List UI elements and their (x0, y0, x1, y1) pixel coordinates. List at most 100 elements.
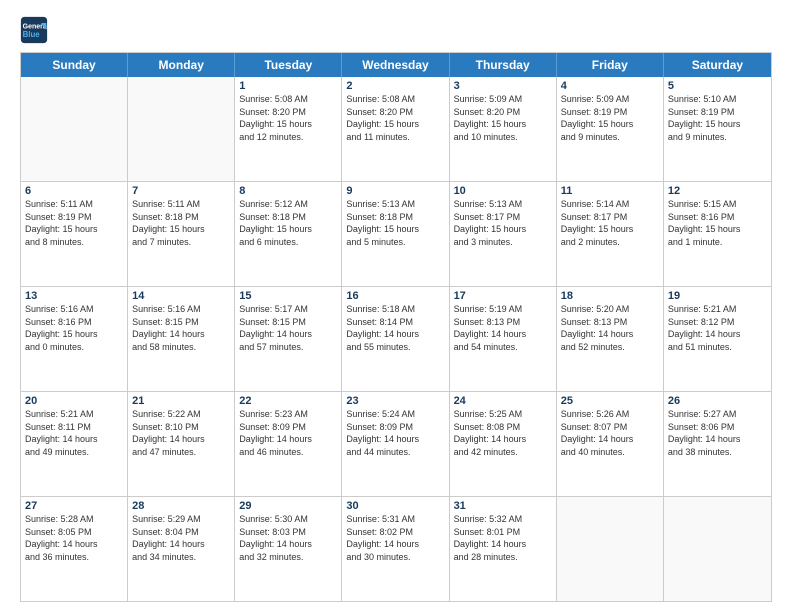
cell-info: Sunrise: 5:14 AM Sunset: 8:17 PM Dayligh… (561, 198, 659, 248)
calendar-cell: 4Sunrise: 5:09 AM Sunset: 8:19 PM Daylig… (557, 77, 664, 181)
calendar-cell (21, 77, 128, 181)
calendar-cell (128, 77, 235, 181)
day-number: 10 (454, 185, 552, 197)
calendar-cell: 10Sunrise: 5:13 AM Sunset: 8:17 PM Dayli… (450, 182, 557, 286)
cell-info: Sunrise: 5:21 AM Sunset: 8:11 PM Dayligh… (25, 408, 123, 458)
calendar-cell: 5Sunrise: 5:10 AM Sunset: 8:19 PM Daylig… (664, 77, 771, 181)
cell-info: Sunrise: 5:16 AM Sunset: 8:16 PM Dayligh… (25, 303, 123, 353)
calendar-cell: 15Sunrise: 5:17 AM Sunset: 8:15 PM Dayli… (235, 287, 342, 391)
day-number: 1 (239, 80, 337, 92)
calendar-cell: 29Sunrise: 5:30 AM Sunset: 8:03 PM Dayli… (235, 497, 342, 601)
weekday-header: Sunday (21, 53, 128, 77)
day-number: 26 (668, 395, 767, 407)
weekday-header: Monday (128, 53, 235, 77)
day-number: 23 (346, 395, 444, 407)
cell-info: Sunrise: 5:23 AM Sunset: 8:09 PM Dayligh… (239, 408, 337, 458)
day-number: 25 (561, 395, 659, 407)
cell-info: Sunrise: 5:15 AM Sunset: 8:16 PM Dayligh… (668, 198, 767, 248)
cell-info: Sunrise: 5:09 AM Sunset: 8:20 PM Dayligh… (454, 93, 552, 143)
day-number: 14 (132, 290, 230, 302)
cell-info: Sunrise: 5:08 AM Sunset: 8:20 PM Dayligh… (239, 93, 337, 143)
cell-info: Sunrise: 5:11 AM Sunset: 8:18 PM Dayligh… (132, 198, 230, 248)
calendar-header: SundayMondayTuesdayWednesdayThursdayFrid… (21, 53, 771, 77)
cell-info: Sunrise: 5:20 AM Sunset: 8:13 PM Dayligh… (561, 303, 659, 353)
cell-info: Sunrise: 5:24 AM Sunset: 8:09 PM Dayligh… (346, 408, 444, 458)
day-number: 2 (346, 80, 444, 92)
cell-info: Sunrise: 5:31 AM Sunset: 8:02 PM Dayligh… (346, 513, 444, 563)
day-number: 6 (25, 185, 123, 197)
cell-info: Sunrise: 5:10 AM Sunset: 8:19 PM Dayligh… (668, 93, 767, 143)
cell-info: Sunrise: 5:27 AM Sunset: 8:06 PM Dayligh… (668, 408, 767, 458)
cell-info: Sunrise: 5:13 AM Sunset: 8:18 PM Dayligh… (346, 198, 444, 248)
day-number: 4 (561, 80, 659, 92)
cell-info: Sunrise: 5:25 AM Sunset: 8:08 PM Dayligh… (454, 408, 552, 458)
calendar-cell: 7Sunrise: 5:11 AM Sunset: 8:18 PM Daylig… (128, 182, 235, 286)
day-number: 18 (561, 290, 659, 302)
day-number: 29 (239, 500, 337, 512)
day-number: 28 (132, 500, 230, 512)
calendar-cell: 28Sunrise: 5:29 AM Sunset: 8:04 PM Dayli… (128, 497, 235, 601)
cell-info: Sunrise: 5:28 AM Sunset: 8:05 PM Dayligh… (25, 513, 123, 563)
calendar-cell: 6Sunrise: 5:11 AM Sunset: 8:19 PM Daylig… (21, 182, 128, 286)
cell-info: Sunrise: 5:13 AM Sunset: 8:17 PM Dayligh… (454, 198, 552, 248)
day-number: 20 (25, 395, 123, 407)
calendar-cell: 13Sunrise: 5:16 AM Sunset: 8:16 PM Dayli… (21, 287, 128, 391)
calendar-cell: 30Sunrise: 5:31 AM Sunset: 8:02 PM Dayli… (342, 497, 449, 601)
calendar-cell: 24Sunrise: 5:25 AM Sunset: 8:08 PM Dayli… (450, 392, 557, 496)
calendar-cell: 12Sunrise: 5:15 AM Sunset: 8:16 PM Dayli… (664, 182, 771, 286)
cell-info: Sunrise: 5:16 AM Sunset: 8:15 PM Dayligh… (132, 303, 230, 353)
cell-info: Sunrise: 5:12 AM Sunset: 8:18 PM Dayligh… (239, 198, 337, 248)
calendar-body: 1Sunrise: 5:08 AM Sunset: 8:20 PM Daylig… (21, 77, 771, 601)
calendar-cell: 9Sunrise: 5:13 AM Sunset: 8:18 PM Daylig… (342, 182, 449, 286)
cell-info: Sunrise: 5:32 AM Sunset: 8:01 PM Dayligh… (454, 513, 552, 563)
cell-info: Sunrise: 5:08 AM Sunset: 8:20 PM Dayligh… (346, 93, 444, 143)
logo: General Blue (20, 16, 52, 44)
calendar-cell (557, 497, 664, 601)
day-number: 3 (454, 80, 552, 92)
day-number: 31 (454, 500, 552, 512)
calendar-row: 1Sunrise: 5:08 AM Sunset: 8:20 PM Daylig… (21, 77, 771, 181)
day-number: 11 (561, 185, 659, 197)
page-header: General Blue (20, 16, 772, 44)
svg-text:Blue: Blue (23, 30, 41, 39)
cell-info: Sunrise: 5:17 AM Sunset: 8:15 PM Dayligh… (239, 303, 337, 353)
cell-info: Sunrise: 5:30 AM Sunset: 8:03 PM Dayligh… (239, 513, 337, 563)
day-number: 19 (668, 290, 767, 302)
weekday-header: Saturday (664, 53, 771, 77)
day-number: 22 (239, 395, 337, 407)
day-number: 8 (239, 185, 337, 197)
cell-info: Sunrise: 5:19 AM Sunset: 8:13 PM Dayligh… (454, 303, 552, 353)
calendar-row: 6Sunrise: 5:11 AM Sunset: 8:19 PM Daylig… (21, 181, 771, 286)
day-number: 9 (346, 185, 444, 197)
logo-icon: General Blue (20, 16, 48, 44)
day-number: 5 (668, 80, 767, 92)
calendar-cell: 1Sunrise: 5:08 AM Sunset: 8:20 PM Daylig… (235, 77, 342, 181)
day-number: 7 (132, 185, 230, 197)
weekday-header: Friday (557, 53, 664, 77)
day-number: 16 (346, 290, 444, 302)
cell-info: Sunrise: 5:21 AM Sunset: 8:12 PM Dayligh… (668, 303, 767, 353)
calendar-cell: 14Sunrise: 5:16 AM Sunset: 8:15 PM Dayli… (128, 287, 235, 391)
calendar-cell: 11Sunrise: 5:14 AM Sunset: 8:17 PM Dayli… (557, 182, 664, 286)
day-number: 12 (668, 185, 767, 197)
calendar-cell: 20Sunrise: 5:21 AM Sunset: 8:11 PM Dayli… (21, 392, 128, 496)
calendar-cell: 27Sunrise: 5:28 AM Sunset: 8:05 PM Dayli… (21, 497, 128, 601)
calendar-cell: 17Sunrise: 5:19 AM Sunset: 8:13 PM Dayli… (450, 287, 557, 391)
calendar-row: 20Sunrise: 5:21 AM Sunset: 8:11 PM Dayli… (21, 391, 771, 496)
day-number: 17 (454, 290, 552, 302)
weekday-header: Wednesday (342, 53, 449, 77)
calendar-cell: 16Sunrise: 5:18 AM Sunset: 8:14 PM Dayli… (342, 287, 449, 391)
calendar-cell: 3Sunrise: 5:09 AM Sunset: 8:20 PM Daylig… (450, 77, 557, 181)
cell-info: Sunrise: 5:18 AM Sunset: 8:14 PM Dayligh… (346, 303, 444, 353)
weekday-header: Tuesday (235, 53, 342, 77)
day-number: 30 (346, 500, 444, 512)
day-number: 21 (132, 395, 230, 407)
calendar-cell: 2Sunrise: 5:08 AM Sunset: 8:20 PM Daylig… (342, 77, 449, 181)
calendar-cell: 23Sunrise: 5:24 AM Sunset: 8:09 PM Dayli… (342, 392, 449, 496)
calendar-cell: 21Sunrise: 5:22 AM Sunset: 8:10 PM Dayli… (128, 392, 235, 496)
day-number: 15 (239, 290, 337, 302)
calendar-cell: 26Sunrise: 5:27 AM Sunset: 8:06 PM Dayli… (664, 392, 771, 496)
calendar-cell: 8Sunrise: 5:12 AM Sunset: 8:18 PM Daylig… (235, 182, 342, 286)
day-number: 13 (25, 290, 123, 302)
calendar-cell: 25Sunrise: 5:26 AM Sunset: 8:07 PM Dayli… (557, 392, 664, 496)
